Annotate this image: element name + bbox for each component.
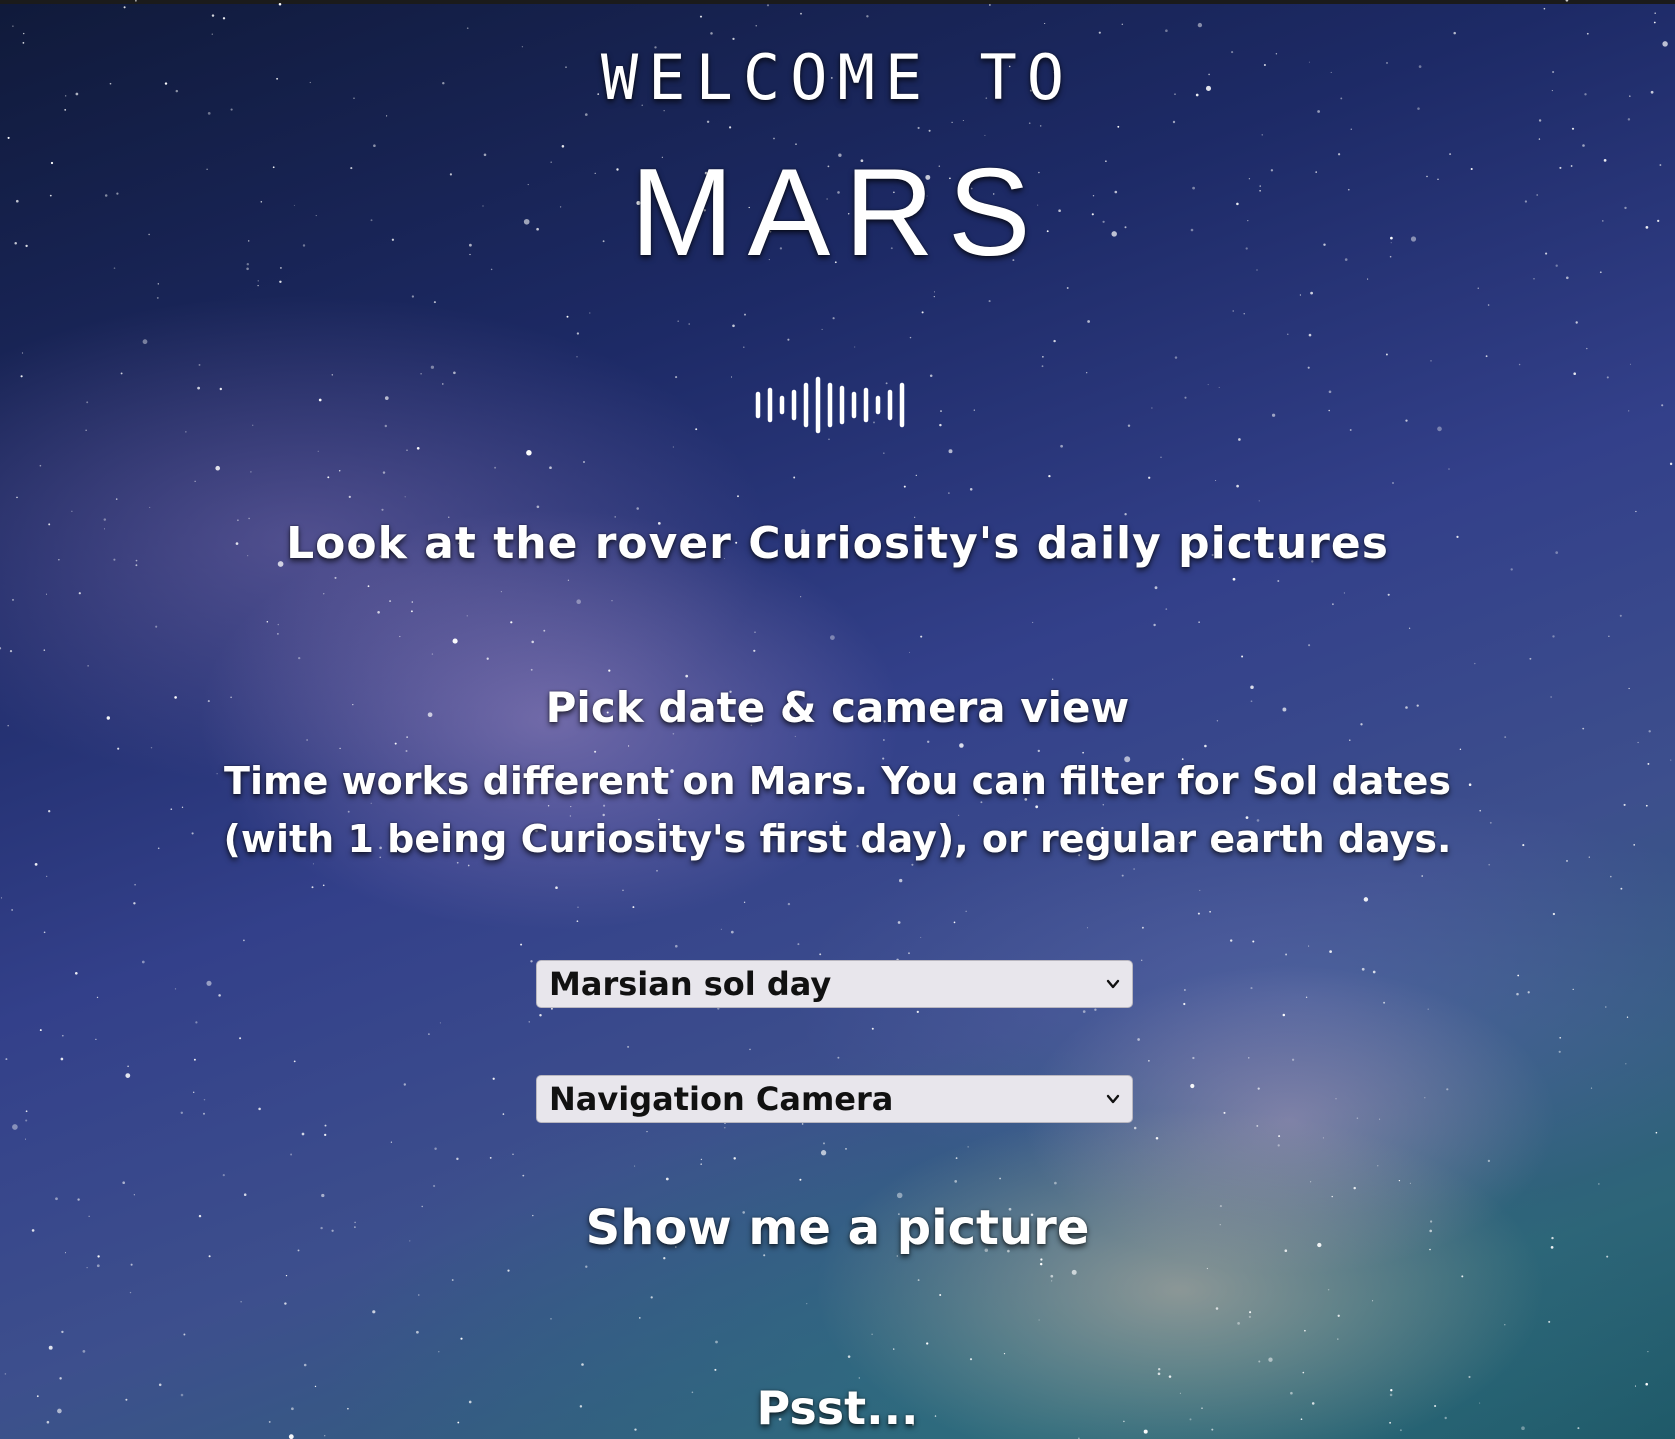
filter-description: Time works different on Mars. You can fi… <box>223 759 1452 861</box>
show-picture-button[interactable]: Show me a picture <box>0 1198 1675 1258</box>
welcome-heading: WELCOME TO <box>600 41 1075 114</box>
camera-selected-value: Navigation Camera <box>549 1080 894 1118</box>
intro-headline: Look at the rover Curiosity's daily pict… <box>286 518 1389 569</box>
page-title: MARS <box>630 144 1045 282</box>
psst-teaser: Psst... <box>756 1381 919 1435</box>
date-type-select[interactable]: Marsian sol day <box>536 960 1133 1008</box>
chevron-down-icon <box>1106 979 1120 989</box>
filter-title: Pick date & camera view <box>545 683 1130 732</box>
chevron-down-icon <box>1106 1094 1120 1104</box>
sound-wave-icon <box>755 376 905 434</box>
page-content: WELCOME TO MARS Look at the rover Curios… <box>0 0 1675 1439</box>
camera-select[interactable]: Navigation Camera <box>536 1075 1133 1123</box>
date-type-selected-value: Marsian sol day <box>549 965 832 1003</box>
